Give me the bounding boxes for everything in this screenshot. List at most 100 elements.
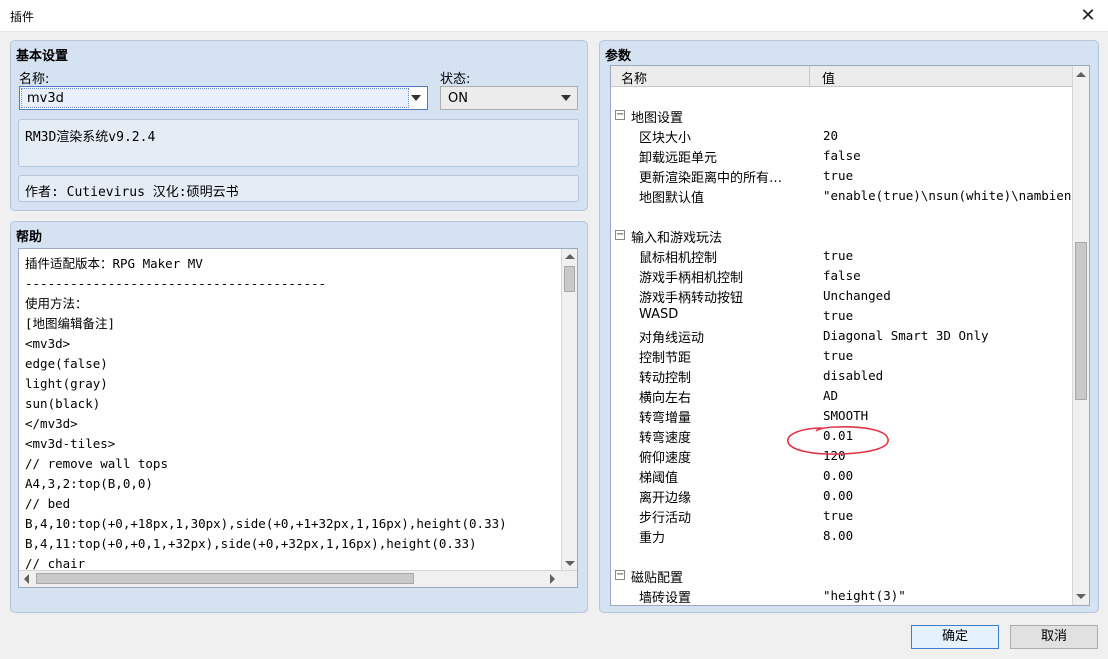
param-row[interactable]: 区块大小 20 xyxy=(611,126,1073,146)
param-row[interactable]: 卸载远距单元 false xyxy=(611,146,1073,166)
param-name: 卸载远距单元 xyxy=(639,151,718,166)
collapse-toggle-icon[interactable]: − xyxy=(615,230,625,240)
help-line: <mv3d> xyxy=(25,336,71,351)
param-row[interactable]: 游戏手柄相机控制 false xyxy=(611,266,1073,286)
param-value[interactable]: 0.00 xyxy=(823,488,1073,503)
param-value[interactable]: Unchanged xyxy=(823,288,1073,303)
chevron-down-icon xyxy=(411,95,421,101)
params-vertical-scroll-thumb[interactable] xyxy=(1075,242,1087,400)
param-value[interactable]: false xyxy=(823,148,1073,163)
help-line: B,4,11:top(+0,+0,1,+32px),side(+0,+32px,… xyxy=(25,536,477,551)
status-select-value: ON xyxy=(448,91,468,106)
param-category-row[interactable]: − 地图设置 xyxy=(611,106,1073,126)
param-row[interactable]: 地图默认值 "enable(true)\nsun(white)\nambient… xyxy=(611,186,1073,206)
param-row[interactable]: 步行活动 true xyxy=(611,506,1073,526)
help-line: 使用方法： xyxy=(25,296,88,311)
help-horizontal-scroll-thumb[interactable] xyxy=(36,573,414,584)
param-name: 地图默认值 xyxy=(639,191,705,206)
param-name: 鼠标相机控制 xyxy=(639,251,718,266)
param-value[interactable]: "height(3)" xyxy=(823,588,1073,603)
help-vertical-scrollbar[interactable] xyxy=(561,249,577,571)
collapse-toggle-icon[interactable]: − xyxy=(615,570,625,580)
param-category-row[interactable]: − 输入和游戏玩法 xyxy=(611,226,1073,246)
help-lines: 插件适配版本：RPG Maker MV ---------------------… xyxy=(25,254,507,587)
param-value[interactable]: false xyxy=(823,268,1073,283)
param-name: 游戏手柄相机控制 xyxy=(639,271,744,286)
column-header-value[interactable]: 值 xyxy=(822,68,835,87)
params-vertical-scrollbar[interactable] xyxy=(1072,66,1089,605)
param-value[interactable]: Diagonal Smart 3D Only xyxy=(823,328,1073,343)
basic-settings-title: 基本设置 xyxy=(16,49,69,64)
params-title: 参数 xyxy=(605,49,632,64)
param-name: 区块大小 xyxy=(639,131,692,146)
column-separator[interactable] xyxy=(809,66,810,87)
param-value[interactable]: 8.00 xyxy=(823,528,1073,543)
param-category-label: 地图设置 xyxy=(631,111,684,126)
help-line: A4,3,2:top(B,0,0) xyxy=(25,476,153,491)
chevron-down-icon xyxy=(561,95,571,101)
column-header-name[interactable]: 名称 xyxy=(621,68,647,87)
description-text: RM3D渲染系统v9.2.4 xyxy=(25,130,156,145)
param-category-label: 输入和游戏玩法 xyxy=(631,231,723,246)
author-text: 作者: Cutievirus 汉化:硕明云书 xyxy=(25,185,239,200)
param-row[interactable]: 更新渲染距离中的所有… true xyxy=(611,166,1073,186)
ok-button[interactable]: 确定 xyxy=(911,625,999,649)
help-line: [地图编辑备注] xyxy=(25,316,116,331)
param-row[interactable]: 墙砖设置 "height(3)" xyxy=(611,586,1073,606)
param-row[interactable]: 鼠标相机控制 true xyxy=(611,246,1073,266)
help-horizontal-scrollbar[interactable] xyxy=(19,570,577,587)
param-value[interactable]: "enable(true)\nsun(white)\nambient… xyxy=(823,188,1073,203)
param-name: 墙砖设置 xyxy=(639,591,692,606)
params-grid[interactable]: 名称 值 − 地图设置 区块大小 20 卸载远距单元 false 更新渲染距离中的所有… tr… xyxy=(610,65,1090,606)
param-row[interactable]: WASD true xyxy=(611,306,1073,326)
param-name: 对角线运动 xyxy=(639,331,705,346)
status-select[interactable]: ON xyxy=(440,86,578,110)
param-value[interactable]: true xyxy=(823,348,1073,363)
help-vertical-scroll-thumb[interactable] xyxy=(564,266,575,292)
help-line: </mv3d> xyxy=(25,416,78,431)
param-value[interactable]: AD xyxy=(823,388,1073,403)
param-value[interactable]: 0.00 xyxy=(823,468,1073,483)
param-value[interactable]: true xyxy=(823,308,1073,323)
description-field[interactable]: RM3D渲染系统v9.2.4 xyxy=(18,119,579,167)
param-value[interactable]: SMOOTH xyxy=(823,408,1073,423)
name-select[interactable]: mv3d xyxy=(19,86,428,110)
help-line: // remove wall tops xyxy=(25,456,168,471)
param-name: 控制节距 xyxy=(639,351,692,366)
window-title: 插件 xyxy=(10,10,35,24)
close-icon[interactable]: ✕ xyxy=(1074,2,1102,30)
param-value[interactable]: disabled xyxy=(823,368,1073,383)
param-row[interactable]: 转弯增量 SMOOTH xyxy=(611,406,1073,426)
status-label: 状态: xyxy=(440,72,471,87)
param-name: 离开边缘 xyxy=(639,491,692,506)
param-name: 游戏手柄转动按钮 xyxy=(639,291,744,306)
help-line: B,4,10:top(+0,+18px,1,30px),side(+0,+1+3… xyxy=(25,516,507,531)
param-row[interactable]: 离开边缘 0.00 xyxy=(611,486,1073,506)
param-name: 步行活动 xyxy=(639,511,692,526)
scroll-up-icon[interactable] xyxy=(565,254,575,259)
annotation-circle xyxy=(787,426,889,455)
author-field[interactable]: 作者: Cutievirus 汉化:硕明云书 xyxy=(18,175,579,202)
scroll-right-icon[interactable] xyxy=(550,574,555,584)
param-value[interactable]: true xyxy=(823,168,1073,183)
param-row[interactable]: 重力 8.00 xyxy=(611,526,1073,546)
param-row[interactable]: 游戏手柄转动按钮 Unchanged xyxy=(611,286,1073,306)
param-row[interactable]: 梯阈值 0.00 xyxy=(611,466,1073,486)
scroll-down-icon[interactable] xyxy=(1076,594,1086,599)
param-row[interactable]: 转动控制 disabled xyxy=(611,366,1073,386)
help-text-area[interactable]: 插件适配版本：RPG Maker MV ---------------------… xyxy=(18,248,578,588)
param-value[interactable]: true xyxy=(823,508,1073,523)
collapse-toggle-icon[interactable]: − xyxy=(615,110,625,120)
cancel-button[interactable]: 取消 xyxy=(1010,625,1098,649)
param-value[interactable]: 20 xyxy=(823,128,1073,143)
param-row[interactable]: 控制节距 true xyxy=(611,346,1073,366)
param-value[interactable]: true xyxy=(823,248,1073,263)
param-row[interactable]: 横向左右 AD xyxy=(611,386,1073,406)
scroll-up-icon[interactable] xyxy=(1076,72,1086,77)
scroll-left-icon[interactable] xyxy=(24,574,29,584)
param-category-row[interactable]: − 磁贴配置 xyxy=(611,566,1073,586)
param-name: WASD xyxy=(639,307,679,322)
scroll-down-icon[interactable] xyxy=(565,561,575,566)
param-row[interactable]: 对角线运动 Diagonal Smart 3D Only xyxy=(611,326,1073,346)
help-line: light(gray) xyxy=(25,376,108,391)
